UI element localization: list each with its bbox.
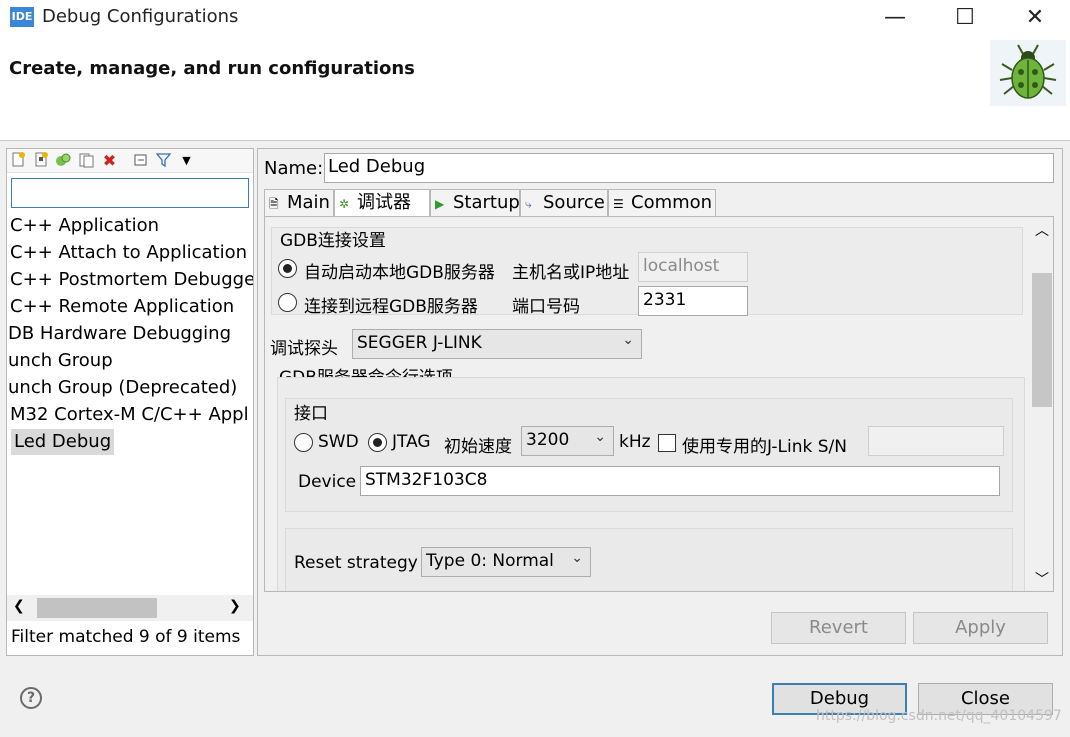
configuration-list-panel: ✖ ▼ C++ Application C++ Attach to Applic…: [6, 148, 254, 656]
main-tab-icon: 🗎: [269, 197, 279, 211]
maximize-button[interactable]: ☐: [930, 0, 1000, 36]
reset-strategy-value: Type 0: Normal: [426, 551, 554, 571]
view-menu-icon[interactable]: ▼: [178, 152, 195, 169]
speed-label: 初始速度: [444, 437, 512, 457]
scroll-thumb[interactable]: [37, 598, 157, 618]
tree-item[interactable]: C++ Application: [10, 213, 159, 239]
ide-app-icon: IDE: [10, 7, 34, 27]
tab-main[interactable]: 🗎 Main: [264, 189, 334, 217]
reset-strategy-select[interactable]: Type 0: Normal ⌄: [421, 547, 591, 577]
speed-select[interactable]: 3200 ⌄: [521, 426, 614, 456]
source-tab-icon: ⤷: [525, 197, 532, 211]
host-input[interactable]: localhost: [638, 252, 748, 282]
interface-title: 接口: [294, 404, 328, 424]
title-bar: IDE Debug Configurations — ☐ ✕: [0, 0, 1070, 36]
window-title: Debug Configurations: [42, 6, 239, 27]
scroll-up-icon[interactable]: ︿: [1035, 220, 1049, 240]
jtag-label: JTAG: [392, 432, 431, 452]
watermark: https://blog.csdn.net/qq_40104597: [816, 708, 1062, 724]
name-label: Name:: [264, 158, 324, 179]
device-input[interactable]: STM32F103C8: [360, 466, 1000, 496]
scroll-right-icon[interactable]: ❯: [229, 598, 241, 614]
tree-item[interactable]: M32 Cortex-M C/C++ Appl: [10, 402, 249, 428]
tree-item[interactable]: C++ Remote Application: [10, 294, 234, 320]
scroll-left-icon[interactable]: ❮: [13, 598, 25, 614]
jtag-radio[interactable]: [368, 433, 387, 452]
port-label: 端口号码: [512, 297, 580, 317]
tree-item[interactable]: unch Group (Deprecated): [8, 375, 237, 401]
common-tab-icon: ☰: [613, 197, 624, 211]
tab-bar: 🗎 Main ✲ 调试器 ▶ Startup ⤷ Source ☰ Common: [264, 189, 1054, 219]
filter-status: Filter matched 9 of 9 items: [11, 627, 241, 647]
gdb-server-options-group: 接口 SWD JTAG 初始速度 3200 ⌄ kHz 使用专用的J-Link …: [277, 377, 1025, 591]
header-title: Create, manage, and run configurations: [9, 58, 415, 79]
chevron-down-icon: ⌄: [622, 332, 634, 348]
dialog-header: Create, manage, and run configurations: [0, 36, 1070, 140]
tab-common[interactable]: ☰ Common: [608, 189, 716, 217]
tree-item[interactable]: unch Group: [8, 348, 113, 374]
swd-label: SWD: [318, 432, 359, 452]
name-input[interactable]: Led Debug: [324, 153, 1054, 183]
interface-group: 接口 SWD JTAG 初始速度 3200 ⌄ kHz 使用专用的J-Link …: [285, 398, 1013, 512]
tree-item[interactable]: DB Hardware Debugging: [8, 321, 231, 347]
sn-checkbox[interactable]: [658, 434, 676, 452]
tree-item-selected[interactable]: Led Debug: [11, 429, 115, 455]
chevron-down-icon: ⌄: [571, 550, 583, 566]
sn-label: 使用专用的J-Link S/N: [682, 437, 847, 457]
remote-radio[interactable]: [278, 293, 297, 312]
apply-button[interactable]: Apply: [913, 612, 1048, 644]
sn-input[interactable]: [868, 426, 1004, 456]
configuration-tree: C++ Application C++ Attach to Applicatio…: [7, 213, 253, 595]
reset-group: Reset strategy Type 0: Normal ⌄: [285, 528, 1013, 591]
scroll-down-icon[interactable]: ﹀: [1035, 569, 1049, 589]
speed-unit: kHz: [619, 432, 651, 452]
config-toolbar: ✖ ▼: [7, 149, 253, 173]
bug-icon: [990, 40, 1066, 106]
probe-value: SEGGER J-LINK: [357, 333, 482, 353]
auto-start-label: 自动启动本地GDB服务器: [304, 263, 495, 283]
probe-label: 调试探头: [270, 339, 338, 359]
debugger-tab-content: GDB连接设置 自动启动本地GDB服务器 主机名或IP地址 localhost …: [264, 216, 1054, 592]
configuration-editor: Name: Led Debug 🗎 Main ✲ 调试器 ▶ Startup ⤷ Sou…: [257, 148, 1063, 656]
swd-radio[interactable]: [294, 433, 313, 452]
close-window-button[interactable]: ✕: [1000, 0, 1070, 36]
tab-startup[interactable]: ▶ Startup: [430, 189, 520, 217]
new-prototype-icon[interactable]: [33, 152, 50, 169]
revert-button[interactable]: Revert: [771, 612, 906, 644]
startup-tab-icon: ▶: [435, 197, 445, 211]
probe-select[interactable]: SEGGER J-LINK ⌄: [352, 329, 642, 359]
new-config-icon[interactable]: [10, 152, 27, 169]
minimize-button[interactable]: —: [860, 0, 930, 36]
export-icon[interactable]: [78, 152, 95, 169]
tree-item[interactable]: C++ Postmortem Debugger: [10, 267, 253, 293]
reset-strategy-label: Reset strategy: [294, 553, 418, 573]
host-label: 主机名或IP地址: [512, 263, 630, 283]
filter-icon[interactable]: [155, 152, 172, 169]
group-title: GDB连接设置: [280, 231, 386, 251]
speed-value: 3200: [526, 430, 570, 450]
delete-icon[interactable]: ✖: [101, 152, 118, 169]
filter-input[interactable]: [11, 178, 249, 208]
tab-debugger[interactable]: ✲ 调试器: [334, 189, 430, 219]
gdb-connection-group: GDB连接设置 自动启动本地GDB服务器 主机名或IP地址 localhost …: [271, 227, 1023, 317]
device-label: Device: [298, 472, 357, 492]
collapse-all-icon[interactable]: [132, 152, 149, 169]
help-icon[interactable]: ?: [20, 687, 42, 709]
port-input[interactable]: 2331: [638, 286, 748, 316]
tab-source[interactable]: ⤷ Source: [520, 189, 608, 217]
auto-start-radio[interactable]: [278, 259, 297, 278]
chevron-down-icon: ⌄: [594, 429, 606, 445]
vertical-scrollbar[interactable]: ︿ ﹀: [1031, 217, 1053, 591]
tree-item[interactable]: C++ Attach to Application: [10, 240, 247, 266]
horizontal-scrollbar[interactable]: ❮ ❯: [7, 595, 253, 621]
header-divider: [0, 140, 1070, 141]
scroll-thumb[interactable]: [1032, 273, 1052, 407]
remote-label: 连接到远程GDB服务器: [304, 297, 478, 317]
duplicate-icon[interactable]: [55, 152, 72, 169]
debugger-tab-icon: ✲: [339, 197, 350, 211]
